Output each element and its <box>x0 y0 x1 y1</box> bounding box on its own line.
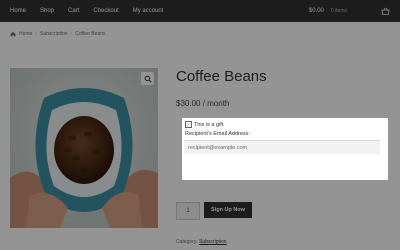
nav-cart[interactable]: Cart <box>68 8 79 14</box>
sign-up-button[interactable]: Sign Up Now <box>204 202 252 218</box>
coffee-bag-photo <box>10 68 158 228</box>
nav-my-account[interactable]: My account <box>133 8 164 14</box>
breadcrumb-separator: › <box>70 31 73 37</box>
recipient-email-input[interactable]: recipient@example.com <box>184 140 380 154</box>
category-link[interactable]: Subscription <box>199 239 227 245</box>
category-label: Category: <box>176 239 198 245</box>
product-image[interactable] <box>10 68 158 228</box>
breadcrumb-home[interactable]: Home <box>19 31 32 37</box>
gift-options-panel: ✓ This is a gift Recipient's Email Addre… <box>182 118 388 180</box>
quantity-input[interactable]: 1 <box>176 202 200 220</box>
nav-shop[interactable]: Shop <box>40 8 54 14</box>
cart-count: 0 items <box>330 8 347 14</box>
breadcrumb: Home › Subscription › Coffee Beans <box>10 31 105 37</box>
recipient-email-label: Recipient's Email Address: <box>185 131 250 137</box>
breadcrumb-current: Coffee Beans <box>75 31 106 37</box>
breadcrumb-subscription[interactable]: Subscription <box>40 31 68 37</box>
breadcrumb-separator: › <box>35 31 38 37</box>
zoom-button[interactable] <box>141 72 154 85</box>
site-header: Home Shop Cart Checkout My account $0.00… <box>0 0 400 22</box>
magnifier-icon <box>144 75 152 83</box>
header-cart[interactable]: $0.00 0 items <box>309 0 390 22</box>
nav-home[interactable]: Home <box>10 8 26 14</box>
primary-nav: Home Shop Cart Checkout My account <box>10 0 177 22</box>
cart-total: $0.00 <box>308 8 324 14</box>
basket-icon[interactable] <box>381 7 390 16</box>
product-title: Coffee Beans <box>176 68 267 85</box>
gift-checkbox-label: This is a gift <box>194 121 224 128</box>
gift-checkbox[interactable]: ✓ <box>185 121 192 128</box>
nav-checkout[interactable]: Checkout <box>93 8 118 14</box>
home-icon <box>10 31 16 37</box>
product-category: Category: Subscription <box>176 239 227 245</box>
gift-checkbox-row[interactable]: ✓ This is a gift <box>185 121 223 128</box>
product-price: $30.00 / month <box>176 99 230 108</box>
